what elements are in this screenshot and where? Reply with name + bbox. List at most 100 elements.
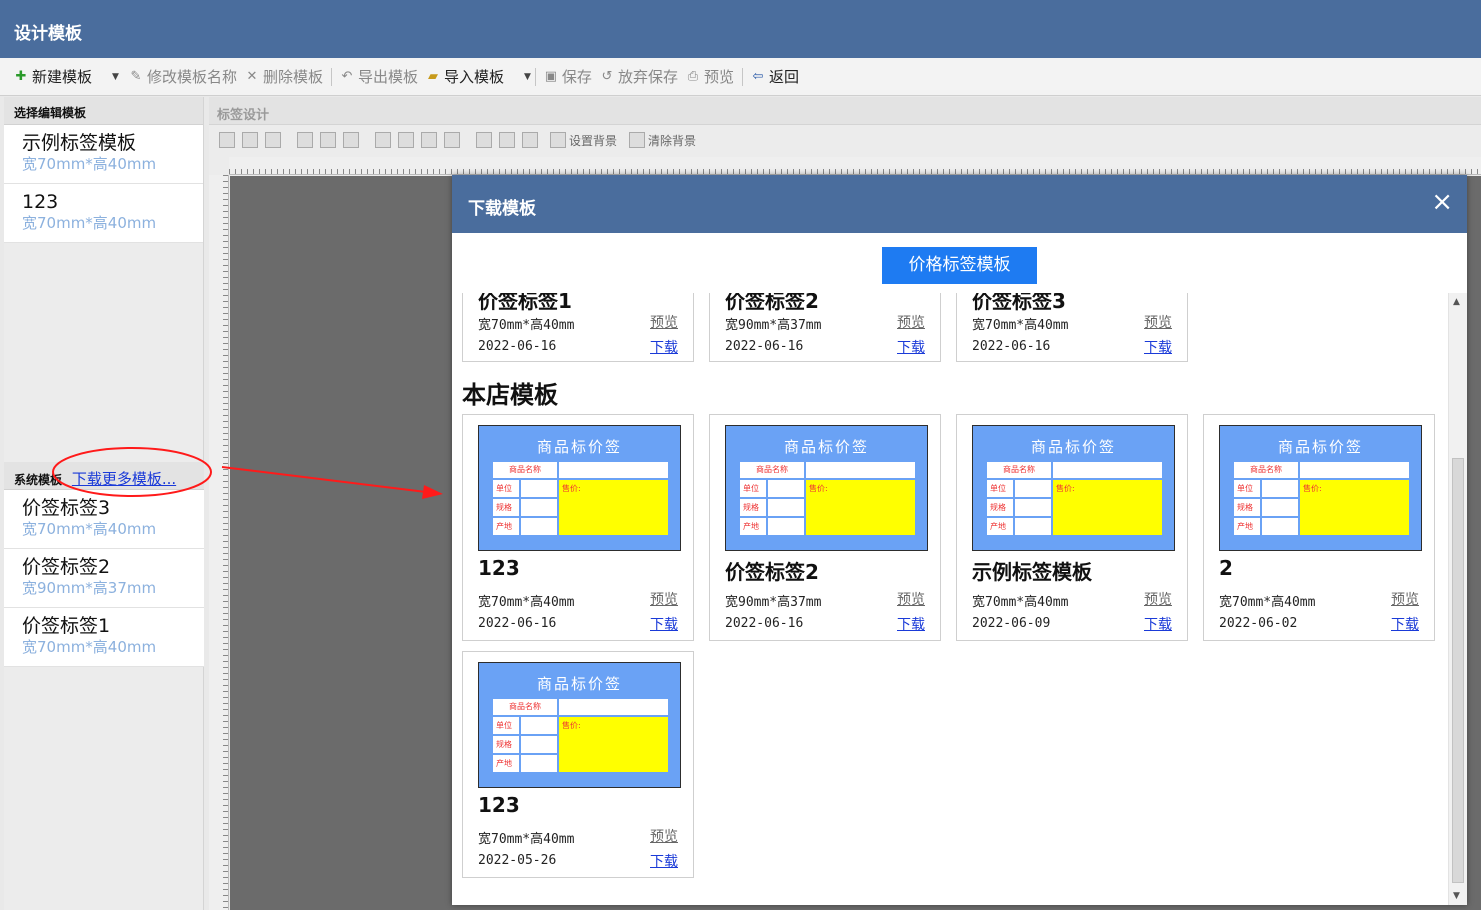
discard-save-button[interactable]: ↺ 放弃保存: [600, 66, 677, 87]
template-thumbnail[interactable]: 商品标价签 商品名称 单位 规格 产地 售价:: [478, 662, 681, 788]
set-background-button[interactable]: 设置背景: [569, 132, 617, 149]
template-download-link[interactable]: 下载: [1144, 337, 1172, 357]
template-card: 价签标签3 宽70mm*高40mm 预览 2022-06-16 下载: [956, 293, 1188, 362]
system-template-item[interactable]: 价签标签1 宽70mm*高40mm: [4, 608, 204, 667]
thumbnail-label: 产地: [990, 522, 1006, 531]
thumbnail-cell: 规格: [986, 498, 1014, 517]
layer-down-icon[interactable]: [522, 132, 538, 148]
clear-background-icon[interactable]: [629, 132, 646, 148]
rename-template-button[interactable]: ✎ 修改模板名称: [129, 66, 236, 87]
thumbnail-label: 规格: [1237, 503, 1253, 512]
template-card: 商品标价签 商品名称 单位 规格 产地 售价: 123 宽70mm*高40mm 预览 2022-0…: [462, 651, 694, 878]
template-preview-link[interactable]: 预览: [650, 826, 678, 846]
template-card-date: 2022-06-16: [478, 616, 557, 631]
printer-icon: ⎙: [687, 68, 699, 84]
scrollbar-thumb[interactable]: [1452, 458, 1464, 883]
thumbnail-label: 售价:: [1056, 484, 1075, 493]
close-icon[interactable]: ×: [1431, 189, 1453, 215]
thumbnail-cell: 商品名称: [739, 461, 805, 479]
paste-icon[interactable]: [320, 132, 336, 148]
align-right-icon[interactable]: [444, 132, 460, 148]
thumbnail-cell: 单位: [986, 479, 1014, 498]
preview-button[interactable]: ⎙ 预览: [686, 66, 734, 87]
back-button[interactable]: ⇦ 返回: [751, 66, 799, 87]
template-preview-link[interactable]: 预览: [650, 589, 678, 609]
align-left-icon[interactable]: [421, 132, 437, 148]
template-download-link[interactable]: 下载: [1144, 614, 1172, 634]
preview-label: 预览: [703, 68, 734, 86]
thumbnail-cell: [520, 479, 558, 498]
text-tool-icon[interactable]: [219, 132, 235, 148]
template-item[interactable]: 示例标签模板 宽70mm*高40mm: [4, 125, 203, 184]
system-template-item[interactable]: 价签标签3 宽70mm*高40mm: [4, 490, 204, 549]
template-item[interactable]: 123 宽70mm*高40mm: [4, 184, 203, 243]
thumbnail-cell: 商品名称: [492, 698, 558, 716]
template-download-link[interactable]: 下载: [1391, 614, 1419, 634]
tab-price-label-templates[interactable]: 价格标签模板: [882, 247, 1037, 284]
copy-icon[interactable]: [297, 132, 313, 148]
thumbnail-cell: 商品名称: [1233, 461, 1299, 479]
template-card: 商品标价签 商品名称 单位 规格 产地 售价: 2 宽70mm*高40mm 预览 2022-06-…: [1203, 414, 1435, 641]
align-bottom-icon[interactable]: [398, 132, 414, 148]
export-template-button[interactable]: ↶ 导出模板: [340, 66, 418, 87]
template-download-link[interactable]: 下载: [650, 337, 678, 357]
folder-open-icon: ▰: [427, 68, 438, 84]
template-preview-link[interactable]: 预览: [650, 312, 678, 332]
template-preview-link[interactable]: 预览: [1144, 312, 1172, 332]
thumbnail-cell: [1014, 479, 1052, 498]
thumbnail-title: 商品标价签: [783, 438, 869, 456]
clear-background-button[interactable]: 清除背景: [648, 132, 696, 149]
thumbnail-price-area: 售价:: [805, 479, 916, 536]
layer-up-icon[interactable]: [499, 132, 515, 148]
template-download-link[interactable]: 下载: [897, 337, 925, 357]
new-template-button[interactable]: ✚ 新建模板: [14, 66, 92, 87]
template-preview-link[interactable]: 预览: [897, 589, 925, 609]
template-download-link[interactable]: 下载: [650, 851, 678, 871]
thumbnail-cell: [1261, 498, 1299, 517]
save-button[interactable]: ▣ 保存: [544, 66, 592, 87]
main-toolbar: ✚ 新建模板 ▼ ✎ 修改模板名称 ✕ 删除模板 ↶ 导出模板 ▰ 导入模板 ▼…: [0, 58, 1481, 96]
template-card-size: 宽70mm*高40mm: [478, 832, 575, 847]
delete-template-button[interactable]: ✕ 删除模板: [245, 66, 323, 87]
gallery-scrollbar[interactable]: ▲ ▼: [1448, 293, 1467, 905]
scroll-down-icon[interactable]: ▼: [1453, 891, 1460, 901]
template-download-link[interactable]: 下载: [897, 614, 925, 634]
thumbnail-label: 规格: [990, 503, 1006, 512]
template-preview-link[interactable]: 预览: [1391, 589, 1419, 609]
template-thumbnail[interactable]: 商品标价签 商品名称 单位 规格 产地 售价:: [478, 425, 681, 551]
template-card: 商品标价签 商品名称 单位 规格 产地 售价: 123 宽70mm*高40mm 预览 2022-0…: [462, 414, 694, 641]
thumbnail-price-area: 售价:: [1052, 479, 1163, 536]
image-tool-icon[interactable]: [265, 132, 281, 148]
import-template-dropdown-icon[interactable]: ▼: [524, 72, 531, 82]
set-background-icon[interactable]: [550, 132, 566, 148]
download-more-link[interactable]: 下载更多模板...: [72, 470, 176, 488]
scroll-up-icon[interactable]: ▲: [1453, 297, 1460, 307]
thumbnail-grid: 商品名称 单位 规格 产地 售价:: [492, 698, 669, 773]
align-top-icon[interactable]: [375, 132, 391, 148]
thumbnail-cell: 单位: [492, 716, 520, 735]
template-thumbnail[interactable]: 商品标价签 商品名称 单位 规格 产地 售价:: [1219, 425, 1422, 551]
template-thumbnail[interactable]: 商品标价签 商品名称 单位 规格 产地 售价:: [725, 425, 928, 551]
new-template-dropdown-icon[interactable]: ▼: [112, 72, 119, 82]
distribute-icon[interactable]: [476, 132, 492, 148]
thumbnail-label: 单位: [743, 484, 759, 493]
thumbnail-cell: [1014, 498, 1052, 517]
import-template-button[interactable]: ▰ 导入模板: [426, 66, 504, 87]
thumbnail-grid: 商品名称 单位 规格 产地 售价:: [986, 461, 1163, 536]
template-item-size: 宽70mm*高40mm: [22, 214, 157, 232]
thumbnail-cell: 产地: [1233, 517, 1261, 536]
text-style-icon[interactable]: [242, 132, 258, 148]
template-download-link[interactable]: 下载: [650, 614, 678, 634]
template-preview-link[interactable]: 预览: [897, 312, 925, 332]
thumbnail-label: 单位: [1237, 484, 1253, 493]
thumbnail-cell: 商品名称: [492, 461, 558, 479]
template-item-size: 宽90mm*高37mm: [22, 579, 157, 597]
thumbnail-title: 商品标价签: [536, 438, 622, 456]
thumbnail-cell: [1261, 517, 1299, 536]
delete-element-icon[interactable]: [343, 132, 359, 148]
thumbnail-label: 商品名称: [509, 465, 541, 474]
template-card-size: 宽70mm*高40mm: [478, 318, 575, 333]
template-thumbnail[interactable]: 商品标价签 商品名称 单位 规格 产地 售价:: [972, 425, 1175, 551]
template-preview-link[interactable]: 预览: [1144, 589, 1172, 609]
system-template-item[interactable]: 价签标签2 宽90mm*高37mm: [4, 549, 204, 608]
